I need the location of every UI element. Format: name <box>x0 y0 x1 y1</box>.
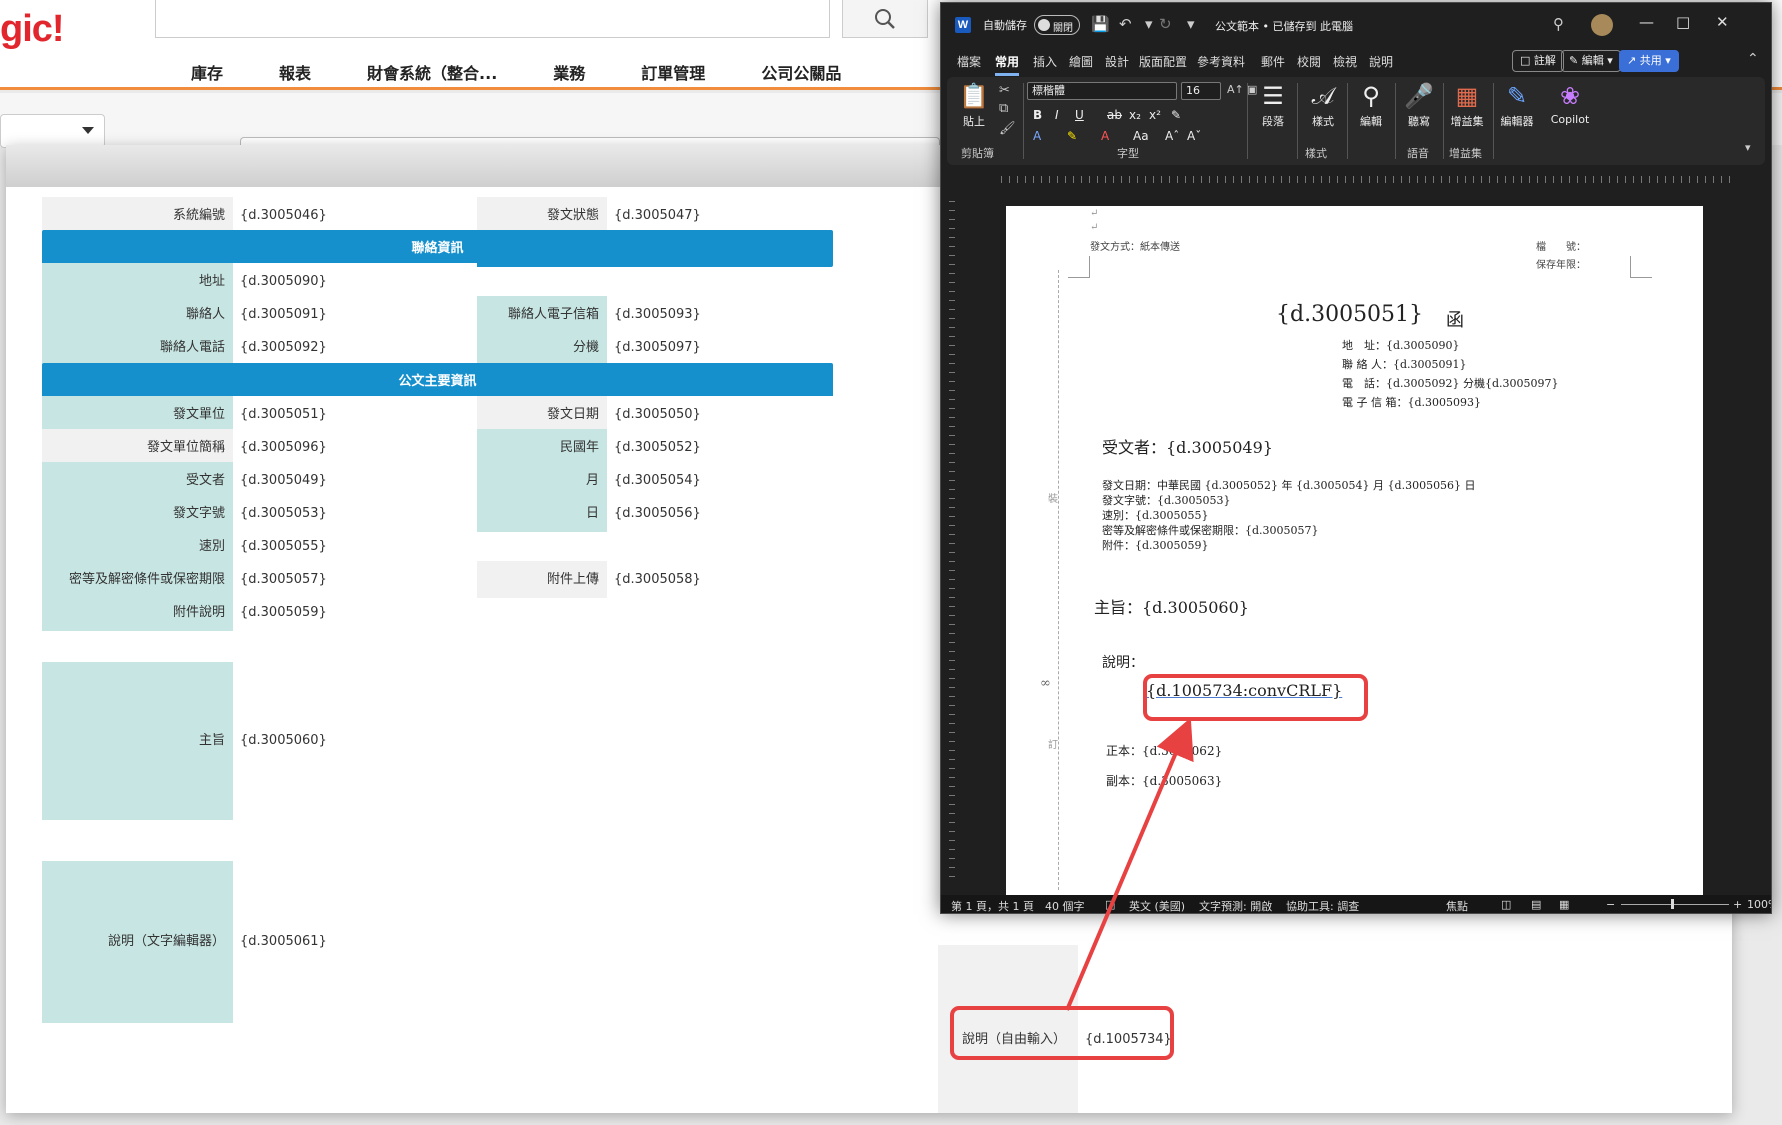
arrow-annotation <box>1065 717 1194 1011</box>
arrow-line <box>1065 717 1194 1011</box>
